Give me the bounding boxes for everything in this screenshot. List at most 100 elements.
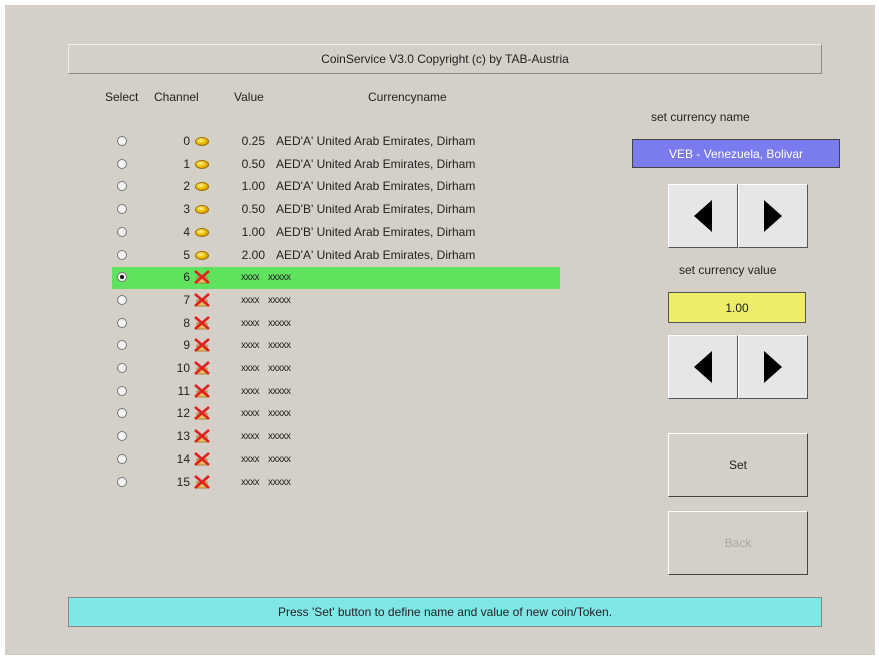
channel-currency-name: AED'B' United Arab Emirates, Dirham [276,225,476,239]
red-x-icon [194,475,210,489]
channel-value: 1.00 [241,225,265,239]
channel-value: 1.00 [241,179,265,193]
channel-radio[interactable] [117,318,127,328]
channel-value: xxxx [241,454,260,465]
currency-value-prev-button[interactable] [668,335,738,399]
channel-value: xxxx [241,386,260,397]
column-header-select: Select [105,90,139,104]
channel-currency-name: xxxxx [268,408,291,419]
red-x-icon [194,293,210,307]
set-button-label: Set [728,458,747,472]
channel-currency-name: AED'A' United Arab Emirates, Dirham [276,248,476,262]
red-x-icon [194,316,210,330]
channel-currency-name: xxxxx [268,454,291,465]
app-title: CoinService V3.0 Copyright (c) by TAB-Au… [321,52,569,66]
back-button-label: Back [724,536,752,550]
currency-value: 1.00 [725,300,749,315]
red-x-icon [194,270,210,284]
currency-name-next-button[interactable] [738,184,808,248]
red-x-icon [194,406,210,420]
channel-number: 0 [183,134,190,148]
channel-currency-name: AED'A' United Arab Emirates, Dirham [276,179,476,193]
channel-value: 0.50 [241,202,265,216]
channel-number: 12 [176,406,190,420]
back-button[interactable]: Back [668,511,808,575]
channel-value: xxxx [241,431,260,442]
channel-value: xxxx [241,408,260,419]
channel-currency-name: xxxxx [268,295,291,306]
channel-number: 9 [183,338,190,352]
arrow-left-icon [694,200,712,232]
channel-currency-name: xxxxx [268,318,291,329]
channel-value: 0.25 [241,134,265,148]
channel-radio[interactable] [117,431,127,441]
gold-coin-icon [194,225,210,239]
gold-coin-icon [194,248,210,262]
channel-number: 2 [183,179,190,193]
channel-radio[interactable] [117,204,127,214]
currency-name-value: VEB - Venezuela, Bolivar [668,146,804,161]
channel-number: 3 [183,202,190,216]
channel-radio[interactable] [117,250,127,260]
channel-radio[interactable] [117,386,127,396]
arrow-left-icon [694,351,712,383]
channel-radio[interactable] [117,363,127,373]
status-message: Press 'Set' button to define name and va… [277,605,613,619]
channel-currency-name: xxxxx [268,363,291,374]
channel-number: 6 [183,270,190,284]
channel-radio[interactable] [117,272,127,282]
channel-number: 13 [176,429,190,443]
channel-radio[interactable] [117,136,127,146]
channel-radio[interactable] [117,340,127,350]
channel-radio[interactable] [117,408,127,418]
arrow-right-icon [764,351,782,383]
channel-radio[interactable] [117,295,127,305]
channel-currency-name: xxxxx [268,272,291,283]
channel-number: 11 [177,384,190,398]
currency-name-field[interactable]: VEB - Venezuela, Bolivar [632,139,840,168]
channel-value: 0.50 [241,157,265,171]
red-x-icon [194,452,210,466]
channel-currency-name: AED'A' United Arab Emirates, Dirham [276,157,476,171]
channel-radio[interactable] [117,181,127,191]
channel-currency-name: AED'B' United Arab Emirates, Dirham [276,202,476,216]
channel-value: xxxx [241,477,260,488]
gold-coin-icon [194,157,210,171]
channel-radio[interactable] [117,477,127,487]
channel-number: 4 [183,225,190,239]
currency-value-next-button[interactable] [738,335,808,399]
channel-number: 8 [183,316,190,330]
currency-name-arrows [668,184,808,248]
title-bar: CoinService V3.0 Copyright (c) by TAB-Au… [68,44,822,74]
channel-radio[interactable] [117,227,127,237]
currency-name-prev-button[interactable] [668,184,738,248]
channel-number: 7 [183,293,190,307]
column-header-value: Value [234,90,264,104]
set-currency-name-label: set currency name [651,110,750,124]
set-currency-value-label: set currency value [679,263,777,277]
channel-radio[interactable] [117,159,127,169]
channel-value: xxxx [241,272,260,283]
currency-value-field[interactable]: 1.00 [668,292,806,323]
column-header-currencyname: Currencyname [368,90,447,104]
red-x-icon [194,429,210,443]
channel-value: xxxx [241,363,260,374]
gold-coin-icon [194,202,210,216]
channel-value: xxxx [241,340,260,351]
channel-number: 10 [176,361,190,375]
channel-value: xxxx [241,295,260,306]
column-header-channel: Channel [154,90,199,104]
channel-currency-name: xxxxx [268,431,291,442]
gold-coin-icon [194,134,210,148]
set-button[interactable]: Set [668,433,808,497]
red-x-icon [194,361,210,375]
channel-currency-name: xxxxx [268,477,291,488]
channel-number: 15 [176,475,190,489]
channel-number: 14 [176,452,190,466]
red-x-icon [194,338,210,352]
red-x-icon [194,384,210,398]
status-bar: Press 'Set' button to define name and va… [68,597,822,627]
arrow-right-icon [764,200,782,232]
channel-radio[interactable] [117,454,127,464]
channel-number: 5 [183,248,190,262]
